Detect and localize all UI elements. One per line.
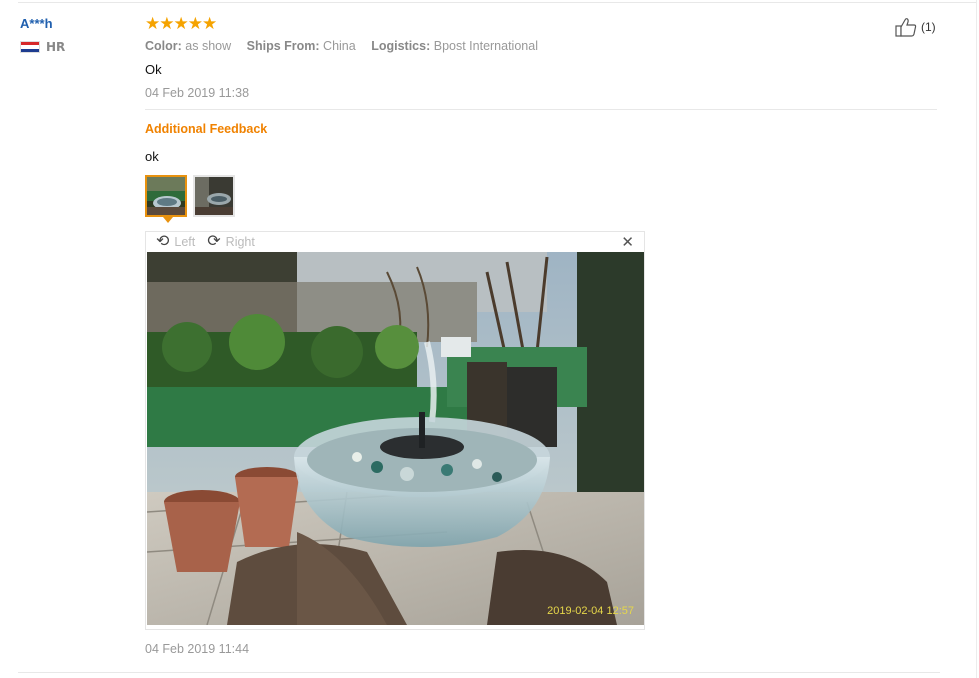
- right-divider: [976, 0, 977, 678]
- fountain-photo-thumbnail: [195, 177, 233, 215]
- photo-thumbnail[interactable]: [145, 175, 187, 223]
- close-icon[interactable]: ✕: [621, 235, 634, 250]
- buyer-country: HR: [20, 40, 65, 54]
- star-icon: ★: [145, 14, 160, 34]
- additional-feedback-text: ok: [145, 149, 159, 164]
- selected-indicator: [163, 217, 173, 223]
- star-icon: ★: [159, 14, 174, 34]
- top-divider: [18, 2, 976, 3]
- buyer-info: A***h HR: [20, 16, 65, 54]
- rotate-right-button[interactable]: ⟳ Right: [207, 234, 255, 250]
- fountain-photo-thumbnail: [147, 177, 185, 215]
- additional-feedback-date: 04 Feb 2019 11:44: [145, 642, 250, 656]
- photo-viewer: ⟲ Left ⟳ Right ✕ 2019-02-04 12:57: [145, 231, 645, 630]
- buyer-name: A***h: [20, 16, 53, 31]
- additional-feedback-title: Additional Feedback: [145, 122, 268, 136]
- star-icon: ★: [202, 14, 217, 34]
- order-attributes: Color: as show Ships From: China Logisti…: [145, 39, 940, 53]
- star-icon: ★: [173, 14, 189, 34]
- bottom-divider: [18, 672, 940, 673]
- attribute-color: Color: as show: [145, 39, 232, 53]
- photo-thumbnail[interactable]: [193, 175, 235, 217]
- review-body: ★ ★ ★ ★ ★ Color: as show Ships From: Chi…: [145, 15, 940, 656]
- review-date: 04 Feb 2019 11:38: [145, 86, 250, 100]
- attribute-ships-from: Ships From: China: [246, 39, 356, 53]
- section-divider: [145, 109, 937, 110]
- croatia-flag-icon: [20, 41, 40, 53]
- rotate-left-button[interactable]: ⟲ Left: [156, 234, 195, 250]
- review-text: Ok: [145, 62, 162, 77]
- garden-fountain-photo: [147, 252, 644, 625]
- star-rating: ★ ★ ★ ★ ★: [145, 15, 940, 33]
- rotate-right-icon: ⟳: [207, 233, 221, 250]
- star-icon: ★: [187, 14, 203, 34]
- rotate-left-icon: ⟲: [156, 233, 170, 250]
- photo-thumbnails: [145, 175, 940, 223]
- rotate-right-label: Right: [225, 235, 255, 249]
- review-photo: 2019-02-04 12:57: [147, 252, 644, 625]
- country-code: HR: [46, 40, 66, 54]
- photo-date-stamp: 2019-02-04 12:57: [547, 605, 634, 617]
- rotate-left-label: Left: [174, 235, 196, 249]
- attribute-logistics: Logistics: Bpost International: [371, 39, 538, 53]
- viewer-toolbar: ⟲ Left ⟳ Right: [146, 232, 644, 252]
